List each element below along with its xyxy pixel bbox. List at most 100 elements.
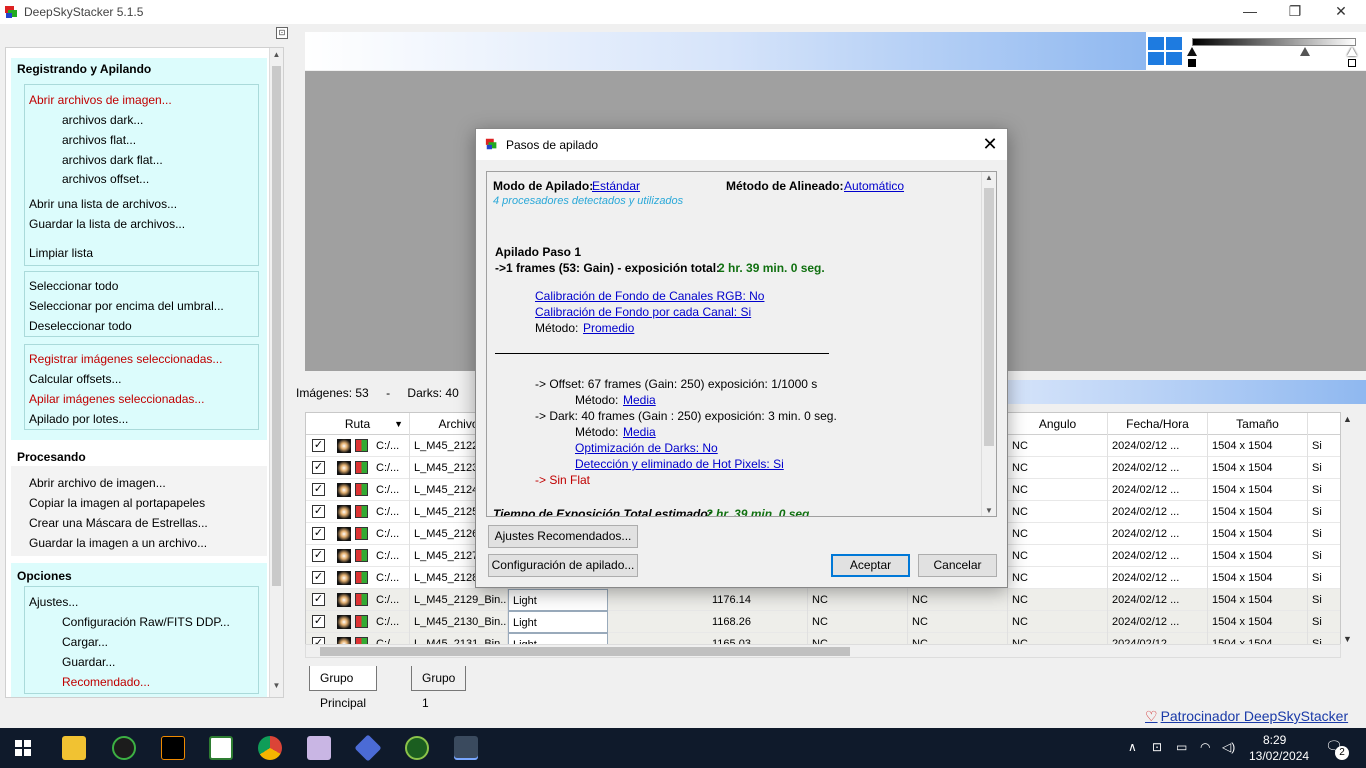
compute-offsets-link[interactable]: Calcular offsets... [29, 372, 121, 386]
open-list-link[interactable]: Abrir una lista de archivos... [29, 197, 177, 211]
col-header-size[interactable]: Tamaño [1208, 413, 1308, 435]
bg-calibration-channel-link[interactable]: Calibración de Fondo por cada Canal: Si [535, 305, 751, 319]
battery-icon[interactable]: ▭ [1176, 740, 1187, 754]
method-link[interactable]: Promedio [583, 321, 634, 335]
divider [495, 353, 829, 354]
table-hscrollbar[interactable] [305, 644, 1341, 658]
cell-path: C:/... [372, 501, 410, 523]
tab-group-1[interactable]: Grupo 1 [411, 666, 467, 710]
dark-optimization-link[interactable]: Optimización de Darks: No [575, 441, 718, 455]
tab-main-group[interactable]: Grupo Principal [309, 666, 378, 710]
maximize-button[interactable]: ❐ [1272, 0, 1318, 24]
deepskystacker-taskbar-icon[interactable] [454, 736, 478, 760]
tray-chevron-icon[interactable]: ∧ [1128, 740, 1137, 754]
recommended-settings-button[interactable]: Ajustes Recomendados... [488, 525, 638, 548]
dialog-close-icon[interactable]: ✕ [979, 133, 1001, 155]
hot-pixels-link[interactable]: Detección y eliminado de Hot Pixels: Si [575, 457, 784, 471]
offset-method-link[interactable]: Media [623, 393, 656, 407]
cell-type[interactable]: Light [508, 611, 608, 633]
white-point-marker-icon[interactable] [1347, 47, 1357, 56]
wifi-icon[interactable]: ◠ [1200, 740, 1210, 754]
row-checkbox[interactable]: ✓ [312, 461, 325, 474]
batch-stack-link[interactable]: Apilado por lotes... [29, 412, 128, 426]
sponsor-text[interactable]: Patrocinador DeepSkyStacker [1161, 708, 1349, 724]
open-images-link[interactable]: Abrir archivos de imagen... [29, 93, 172, 107]
row-checkbox[interactable]: ✓ [312, 527, 325, 540]
close-button[interactable]: ✕ [1318, 0, 1364, 24]
row-checkbox[interactable]: ✓ [312, 571, 325, 584]
media-app-icon[interactable] [112, 736, 136, 760]
scroll-down-icon[interactable]: ▼ [270, 681, 283, 695]
table-row[interactable]: ✓ C:/... L_M45_2129_Bin... Light 1176.14 NC NC… [306, 589, 1340, 611]
volume-icon[interactable]: ◁) [1222, 740, 1235, 754]
row-checkbox[interactable]: ✓ [312, 439, 325, 452]
cell-size: 1504 x 1504 [1208, 567, 1308, 589]
raw-fits-link[interactable]: Configuración Raw/FITS DDP... [62, 615, 230, 629]
stacking-settings-button[interactable]: Configuración de apilado... [488, 554, 638, 577]
dark-method-link[interactable]: Media [623, 425, 656, 439]
deselect-all-link[interactable]: Deseleccionar todo [29, 319, 132, 333]
clock-time[interactable]: 8:29 [1263, 733, 1286, 747]
row-checkbox[interactable]: ✓ [312, 505, 325, 518]
left-scrollbar[interactable]: ▲ ▼ [269, 48, 283, 697]
register-selected-link[interactable]: Registrar imágenes seleccionadas... [29, 352, 222, 366]
open-offsets-link[interactable]: archivos offset... [62, 172, 149, 186]
row-checkbox[interactable]: ✓ [312, 483, 325, 496]
save-image-link[interactable]: Guardar la imagen a un archivo... [29, 536, 207, 550]
cell-date: 2024/02/12 ... [1108, 479, 1208, 501]
defender-app-icon[interactable] [405, 736, 429, 760]
row-checkbox[interactable]: ✓ [312, 615, 325, 628]
col-header-path[interactable]: Ruta ▼ [306, 413, 410, 435]
pin-icon[interactable]: ⊡ [276, 27, 288, 39]
star-mask-link[interactable]: Crear una Máscara de Estrellas... [29, 516, 208, 530]
astro-app-icon[interactable] [161, 736, 185, 760]
select-above-link[interactable]: Seleccionar por encima del umbral... [29, 299, 224, 313]
sponsor-link[interactable]: ♡ Patrocinador DeepSkyStacker [1145, 708, 1348, 725]
copy-clipboard-link[interactable]: Copiar la imagen al portapapeles [29, 496, 205, 510]
midtone-marker-icon[interactable] [1300, 47, 1310, 56]
col-header-datetime[interactable]: Fecha/Hora [1108, 413, 1208, 435]
clear-list-link[interactable]: Limpiar lista [29, 246, 93, 260]
col-header-angle[interactable]: Angulo [1008, 413, 1108, 435]
notepad-icon[interactable] [209, 736, 233, 760]
dialog-scroll-thumb[interactable] [984, 188, 994, 446]
paint-icon[interactable] [307, 736, 331, 760]
stats-gradient-bar [1005, 380, 1366, 404]
align-method-link[interactable]: Automático [844, 179, 904, 193]
luminance-gradient-slider[interactable] [1192, 38, 1356, 46]
scroll-up-icon[interactable]: ▲ [270, 50, 283, 64]
dialog-scrollbar[interactable]: ▲ ▼ [981, 172, 996, 516]
cell-type[interactable]: Light [508, 589, 608, 611]
chrome-icon[interactable] [258, 736, 282, 760]
minimize-button[interactable]: — [1227, 0, 1273, 24]
recommended-link[interactable]: Recomendado... [62, 675, 150, 689]
cube-app-icon[interactable] [354, 734, 382, 762]
settings-link[interactable]: Ajustes... [29, 595, 78, 609]
table-vscrollbar[interactable]: ▲ ▼ [1341, 412, 1356, 646]
load-link[interactable]: Cargar... [62, 635, 108, 649]
left-scroll-thumb[interactable] [272, 66, 281, 586]
open-dark-flats-link[interactable]: archivos dark flat... [62, 153, 163, 167]
cancel-button[interactable]: Cancelar [918, 554, 997, 577]
black-point-marker-icon[interactable] [1187, 47, 1197, 56]
table-hscroll-thumb[interactable] [320, 647, 850, 656]
stack-selected-link[interactable]: Apilar imágenes seleccionadas... [29, 392, 204, 406]
clock-date[interactable]: 13/02/2024 [1249, 749, 1309, 763]
row-checkbox[interactable]: ✓ [312, 593, 325, 606]
open-image-link[interactable]: Abrir archivo de imagen... [29, 476, 166, 490]
open-flats-link[interactable]: archivos flat... [62, 133, 136, 147]
save-list-link[interactable]: Guardar la lista de archivos... [29, 217, 185, 231]
cell-score: 1168.26 [708, 611, 808, 633]
select-all-link[interactable]: Seleccionar todo [29, 279, 118, 293]
tray-usb-icon[interactable]: ⊡ [1152, 740, 1162, 754]
open-darks-link[interactable]: archivos dark... [62, 113, 143, 127]
stack-mode-link[interactable]: Estándar [592, 179, 640, 193]
windows-start-icon[interactable] [15, 740, 31, 756]
accept-button[interactable]: Aceptar [831, 554, 910, 577]
frames-exposure: 2 hr. 39 min. 0 seg. [718, 261, 825, 275]
file-explorer-icon[interactable] [62, 736, 86, 760]
row-checkbox[interactable]: ✓ [312, 549, 325, 562]
table-row[interactable]: ✓ C:/... L_M45_2130_Bin... Light 1168.26 NC NC… [306, 611, 1340, 633]
bg-calibration-rgb-link[interactable]: Calibración de Fondo de Canales RGB: No [535, 289, 764, 303]
save-settings-link[interactable]: Guardar... [62, 655, 115, 669]
